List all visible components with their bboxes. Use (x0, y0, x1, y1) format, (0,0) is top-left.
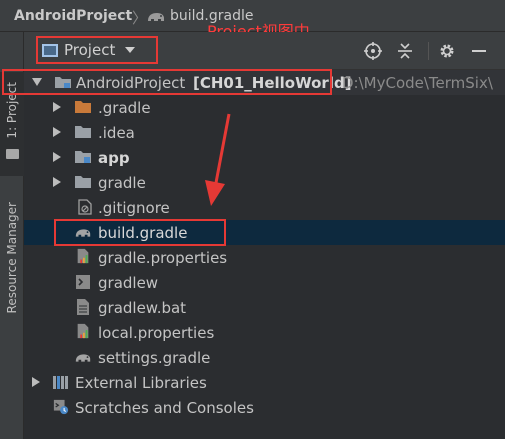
expand-arrow-icon[interactable] (53, 177, 61, 187)
tree-row-gradlew[interactable]: gradlew (24, 270, 505, 295)
module-folder-icon (75, 151, 91, 163)
project-view-icon (42, 43, 58, 57)
locate-icon[interactable] (364, 42, 382, 60)
expand-arrow-icon[interactable] (53, 152, 61, 162)
tree-row-external-libraries[interactable]: External Libraries (24, 370, 505, 395)
folder-icon (6, 149, 19, 159)
tree-item-label: .gradle (98, 98, 151, 117)
gradle-elephant-icon (148, 13, 164, 21)
collapse-all-icon[interactable] (396, 42, 414, 60)
scratches-icon (53, 399, 69, 415)
folder-icon (75, 176, 91, 188)
chevron-down-icon (125, 47, 136, 53)
gear-icon[interactable] (438, 42, 456, 60)
tree-row-gradle-properties[interactable]: gradle.properties (24, 245, 505, 270)
properties-file-icon (77, 323, 89, 339)
expand-arrow-icon[interactable] (53, 102, 61, 112)
tree-item-label: gradle.properties (98, 248, 228, 267)
tree-row-local-properties[interactable]: local.properties (24, 320, 505, 345)
tree-item-label: .gitignore (98, 198, 170, 217)
tree-row-idea[interactable]: .idea (24, 120, 505, 145)
tree-row-gitignore[interactable]: .gitignore (24, 195, 505, 220)
tree-item-label: Scratches and Consoles (75, 398, 254, 417)
minimize-icon[interactable] (470, 42, 488, 60)
project-panel-header: Project (24, 32, 505, 70)
project-tree: AndroidProject [CH01_HelloWorld] D:\MyCo… (24, 70, 505, 439)
header-divider (428, 42, 429, 60)
view-selector-label: Project (64, 41, 116, 59)
folder-icon (75, 101, 91, 113)
expand-arrow-icon[interactable] (53, 127, 61, 137)
highlight-box-root (2, 69, 332, 95)
view-selector-dropdown[interactable]: Project (36, 36, 158, 64)
text-file-icon (77, 299, 89, 315)
tree-row-gradle[interactable]: gradle (24, 170, 505, 195)
tree-item-label: .idea (98, 123, 135, 142)
tree-item-label: gradlew.bat (98, 298, 187, 317)
breadcrumb-project[interactable]: AndroidProject (14, 8, 132, 24)
properties-file-icon (77, 248, 89, 264)
gradle-elephant-icon (75, 354, 91, 362)
tree-item-label: app (98, 148, 130, 167)
ignore-file-icon (78, 199, 92, 215)
library-icon (53, 376, 68, 389)
tree-row-app[interactable]: app (24, 145, 505, 170)
tree-item-label: local.properties (98, 323, 215, 342)
annotation-arrow (205, 113, 231, 206)
tree-item-label: External Libraries (75, 373, 207, 392)
tree-row-scratches[interactable]: Scratches and Consoles (24, 395, 505, 420)
tree-item-label: gradle (98, 173, 146, 192)
tree-row-gradlew-bat[interactable]: gradlew.bat (24, 295, 505, 320)
tree-row-settings-gradle[interactable]: settings.gradle (24, 345, 505, 370)
tree-row-gradle-cache[interactable]: .gradle (24, 95, 505, 120)
expand-arrow-icon[interactable] (32, 377, 40, 387)
terminal-file-icon (76, 275, 90, 289)
resource-manager-tab[interactable]: Resource Manager (5, 202, 19, 313)
tree-item-label: gradlew (98, 273, 159, 292)
highlight-box-build-gradle (54, 219, 226, 246)
root-project-path: D:\MyCode\TermSix\ (342, 73, 493, 92)
tree-item-label: settings.gradle (98, 348, 211, 367)
folder-icon (75, 126, 91, 138)
breadcrumb-separator: 〉 (132, 9, 148, 27)
